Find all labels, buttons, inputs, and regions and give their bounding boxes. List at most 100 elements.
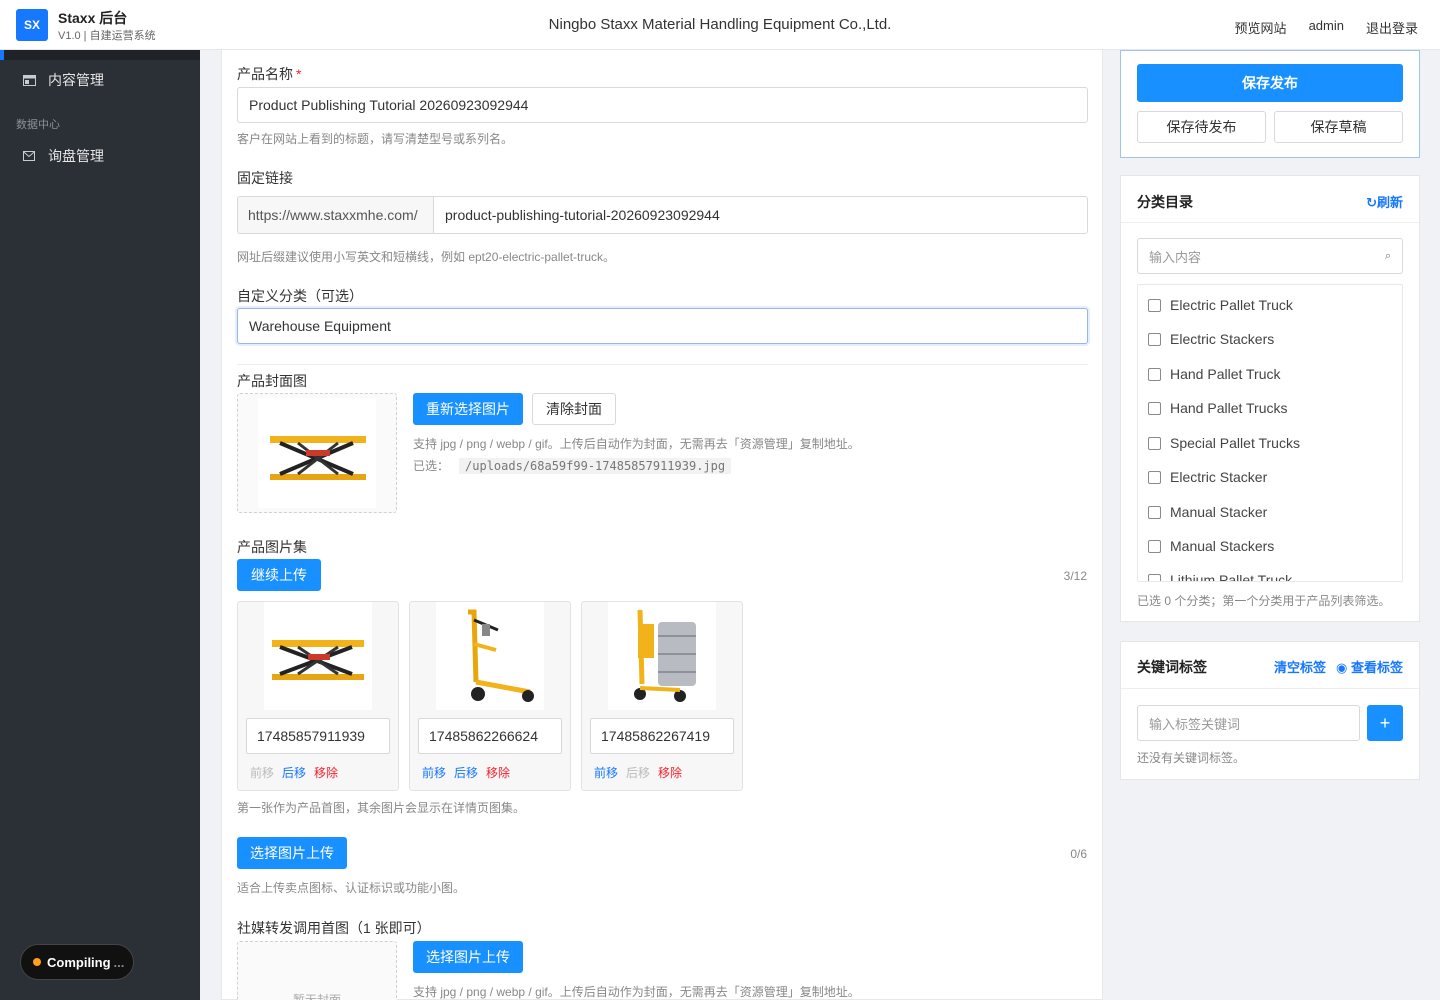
icon-upload-button[interactable]: 选择图片上传 bbox=[237, 837, 347, 869]
cover-selected-path: /uploads/68a59f99-17485857911939.jpg bbox=[459, 458, 732, 474]
brand-title: Staxx 后台 bbox=[58, 10, 128, 26]
sidebar-item-inquiry[interactable]: 询盘管理 bbox=[0, 139, 200, 173]
sidebar: 内容管理 数据中心 询盘管理 bbox=[0, 50, 200, 1000]
gallery-item-actions: 前移 后移 移除 bbox=[422, 764, 510, 781]
product-form: 产品名称 * Product Publishing Tutorial 202609… bbox=[221, 50, 1103, 1000]
gallery-label: 产品图片集 bbox=[237, 539, 307, 555]
mail-icon bbox=[22, 150, 36, 162]
category-option[interactable]: Special Pallet Trucks bbox=[1148, 435, 1300, 451]
save-draft-button[interactable]: 保存草稿 bbox=[1274, 111, 1403, 143]
social-image-preview[interactable]: 暂无封面 bbox=[237, 941, 397, 1000]
icon-count: 0/6 bbox=[1070, 847, 1087, 861]
clear-cover-button[interactable]: 清除封面 bbox=[532, 393, 616, 425]
top-header: SX Staxx 后台 V1.0 | 自建运营系统 Ningbo Staxx M… bbox=[0, 0, 1440, 50]
gallery-item: 17485862266624 前移 后移 移除 bbox=[409, 601, 571, 791]
category-option[interactable]: Lithium Pallet Truck bbox=[1148, 572, 1292, 581]
category-search-input[interactable]: 输入内容 ⌕ bbox=[1137, 238, 1403, 274]
logout-link[interactable]: 退出登录 bbox=[1366, 18, 1418, 37]
checkbox[interactable] bbox=[1148, 505, 1161, 519]
refresh-categories-button[interactable]: ↻刷新 bbox=[1366, 192, 1403, 211]
gallery-help: 第一张作为产品首图，其余图片会显示在详情页图集。 bbox=[237, 801, 526, 815]
content-icon bbox=[22, 74, 36, 86]
keyword-empty-text: 还没有关键词标签。 bbox=[1137, 751, 1246, 765]
slug-help: 网址后缀建议使用小写英文和短横线，例如 ept20-electric-palle… bbox=[237, 250, 616, 264]
keyword-input[interactable]: 输入标签关键词 bbox=[1137, 705, 1360, 741]
category-divider bbox=[1121, 222, 1419, 223]
cover-preview[interactable] bbox=[237, 393, 397, 513]
category-option[interactable]: Hand Pallet Trucks bbox=[1148, 400, 1288, 416]
remove-image-button[interactable]: 移除 bbox=[314, 764, 338, 781]
view-tags-button[interactable]: ◉ 查看标签 bbox=[1336, 657, 1403, 676]
clear-tags-button[interactable]: 清空标签 bbox=[1274, 657, 1326, 676]
gallery-thumbnail[interactable] bbox=[264, 602, 372, 710]
checkbox[interactable] bbox=[1148, 332, 1161, 346]
sidebar-group-label: 数据中心 bbox=[16, 119, 60, 131]
gallery-item: 17485857911939 前移 后移 移除 bbox=[237, 601, 399, 791]
move-back-button: 后移 bbox=[626, 766, 651, 780]
sidebar-active-indicator bbox=[0, 50, 200, 60]
category-option[interactable]: Manual Stacker bbox=[1148, 504, 1267, 520]
drum-lifter-image bbox=[634, 609, 696, 702]
required-mark: * bbox=[296, 66, 302, 82]
social-upload-button[interactable]: 选择图片上传 bbox=[413, 941, 523, 973]
gallery-count: 3/12 bbox=[1063, 569, 1087, 583]
move-back-button[interactable]: 后移 bbox=[282, 764, 306, 781]
remove-image-button[interactable]: 移除 bbox=[486, 764, 510, 781]
keyword-divider bbox=[1121, 688, 1419, 689]
checkbox[interactable] bbox=[1148, 367, 1161, 381]
save-pending-button[interactable]: 保存待发布 bbox=[1137, 111, 1266, 143]
slug-prefix: https://www.staxxmhe.com/ bbox=[237, 196, 433, 234]
gallery-item-name-input[interactable]: 17485857911939 bbox=[246, 718, 390, 754]
checkbox[interactable] bbox=[1148, 436, 1161, 450]
company-name: Ningbo Staxx Material Handling Equipment… bbox=[548, 16, 892, 33]
save-publish-button[interactable]: 保存发布 bbox=[1137, 64, 1403, 102]
move-forward-button[interactable]: 前移 bbox=[422, 764, 446, 781]
publish-card: 保存发布 保存待发布 保存草稿 bbox=[1120, 50, 1420, 158]
gallery-item-name-input[interactable]: 17485862267419 bbox=[590, 718, 734, 754]
gallery-item-actions: 前移 后移 移除 bbox=[594, 764, 682, 781]
compile-status-text: Compiling bbox=[47, 954, 111, 970]
compile-ellipsis: ... bbox=[113, 954, 125, 970]
gallery-thumbnail[interactable] bbox=[436, 602, 544, 710]
social-help: 支持 jpg / png / webp / gif。上传后自动作为封面，无需再去… bbox=[413, 985, 860, 999]
status-dot-icon bbox=[33, 958, 41, 966]
category-list: Electric Pallet Truck Electric Stackers … bbox=[1137, 284, 1403, 582]
preview-site-link[interactable]: 预览网站 bbox=[1235, 18, 1287, 37]
reselect-cover-button[interactable]: 重新选择图片 bbox=[413, 393, 523, 425]
checkbox[interactable] bbox=[1148, 573, 1161, 581]
gallery-item-name-input[interactable]: 17485862266624 bbox=[418, 718, 562, 754]
category-option[interactable]: Electric Stacker bbox=[1148, 469, 1267, 485]
product-name-input[interactable]: Product Publishing Tutorial 202609230929… bbox=[237, 87, 1088, 123]
checkbox[interactable] bbox=[1148, 401, 1161, 415]
sidebar-item-content[interactable]: 内容管理 bbox=[0, 63, 200, 97]
slug-label: 固定链接 bbox=[237, 170, 293, 186]
cover-selected: 已选： /uploads/68a59f99-17485857911939.jpg bbox=[413, 457, 732, 474]
gallery-thumbnail[interactable] bbox=[608, 602, 716, 710]
cover-help: 支持 jpg / png / webp / gif。上传后自动作为封面，无需再去… bbox=[413, 437, 860, 451]
category-option[interactable]: Electric Pallet Truck bbox=[1148, 297, 1293, 313]
checkbox[interactable] bbox=[1148, 539, 1161, 553]
gallery-upload-button[interactable]: 继续上传 bbox=[237, 559, 321, 591]
compile-status-badge: Compiling ... bbox=[20, 944, 134, 980]
custom-category-input[interactable]: Warehouse Equipment bbox=[237, 308, 1088, 344]
checkbox[interactable] bbox=[1148, 298, 1161, 312]
category-option[interactable]: Hand Pallet Truck bbox=[1148, 366, 1281, 382]
search-icon: ⌕ bbox=[1384, 249, 1391, 262]
logo[interactable]: SX bbox=[16, 9, 48, 41]
remove-image-button[interactable]: 移除 bbox=[658, 764, 682, 781]
cover-selected-label: 已选： bbox=[413, 459, 450, 473]
move-back-button[interactable]: 后移 bbox=[454, 764, 478, 781]
slug-input[interactable]: product-publishing-tutorial-202609230929… bbox=[433, 196, 1088, 234]
checkbox[interactable] bbox=[1148, 470, 1161, 484]
cover-label: 产品封面图 bbox=[237, 373, 307, 389]
scissor-lift-image bbox=[272, 640, 364, 680]
user-admin-link[interactable]: admin bbox=[1309, 18, 1344, 37]
move-forward-button[interactable]: 前移 bbox=[594, 764, 618, 781]
keyword-title: 关键词标签 bbox=[1137, 659, 1207, 675]
social-image-label: 社媒转发调用首图（1 张即可） bbox=[237, 920, 431, 936]
sidebar-item-label: 内容管理 bbox=[48, 72, 104, 88]
category-search-placeholder: 输入内容 bbox=[1149, 249, 1202, 265]
add-keyword-button[interactable]: + bbox=[1367, 705, 1403, 741]
category-option[interactable]: Manual Stackers bbox=[1148, 538, 1274, 554]
category-option[interactable]: Electric Stackers bbox=[1148, 331, 1274, 347]
